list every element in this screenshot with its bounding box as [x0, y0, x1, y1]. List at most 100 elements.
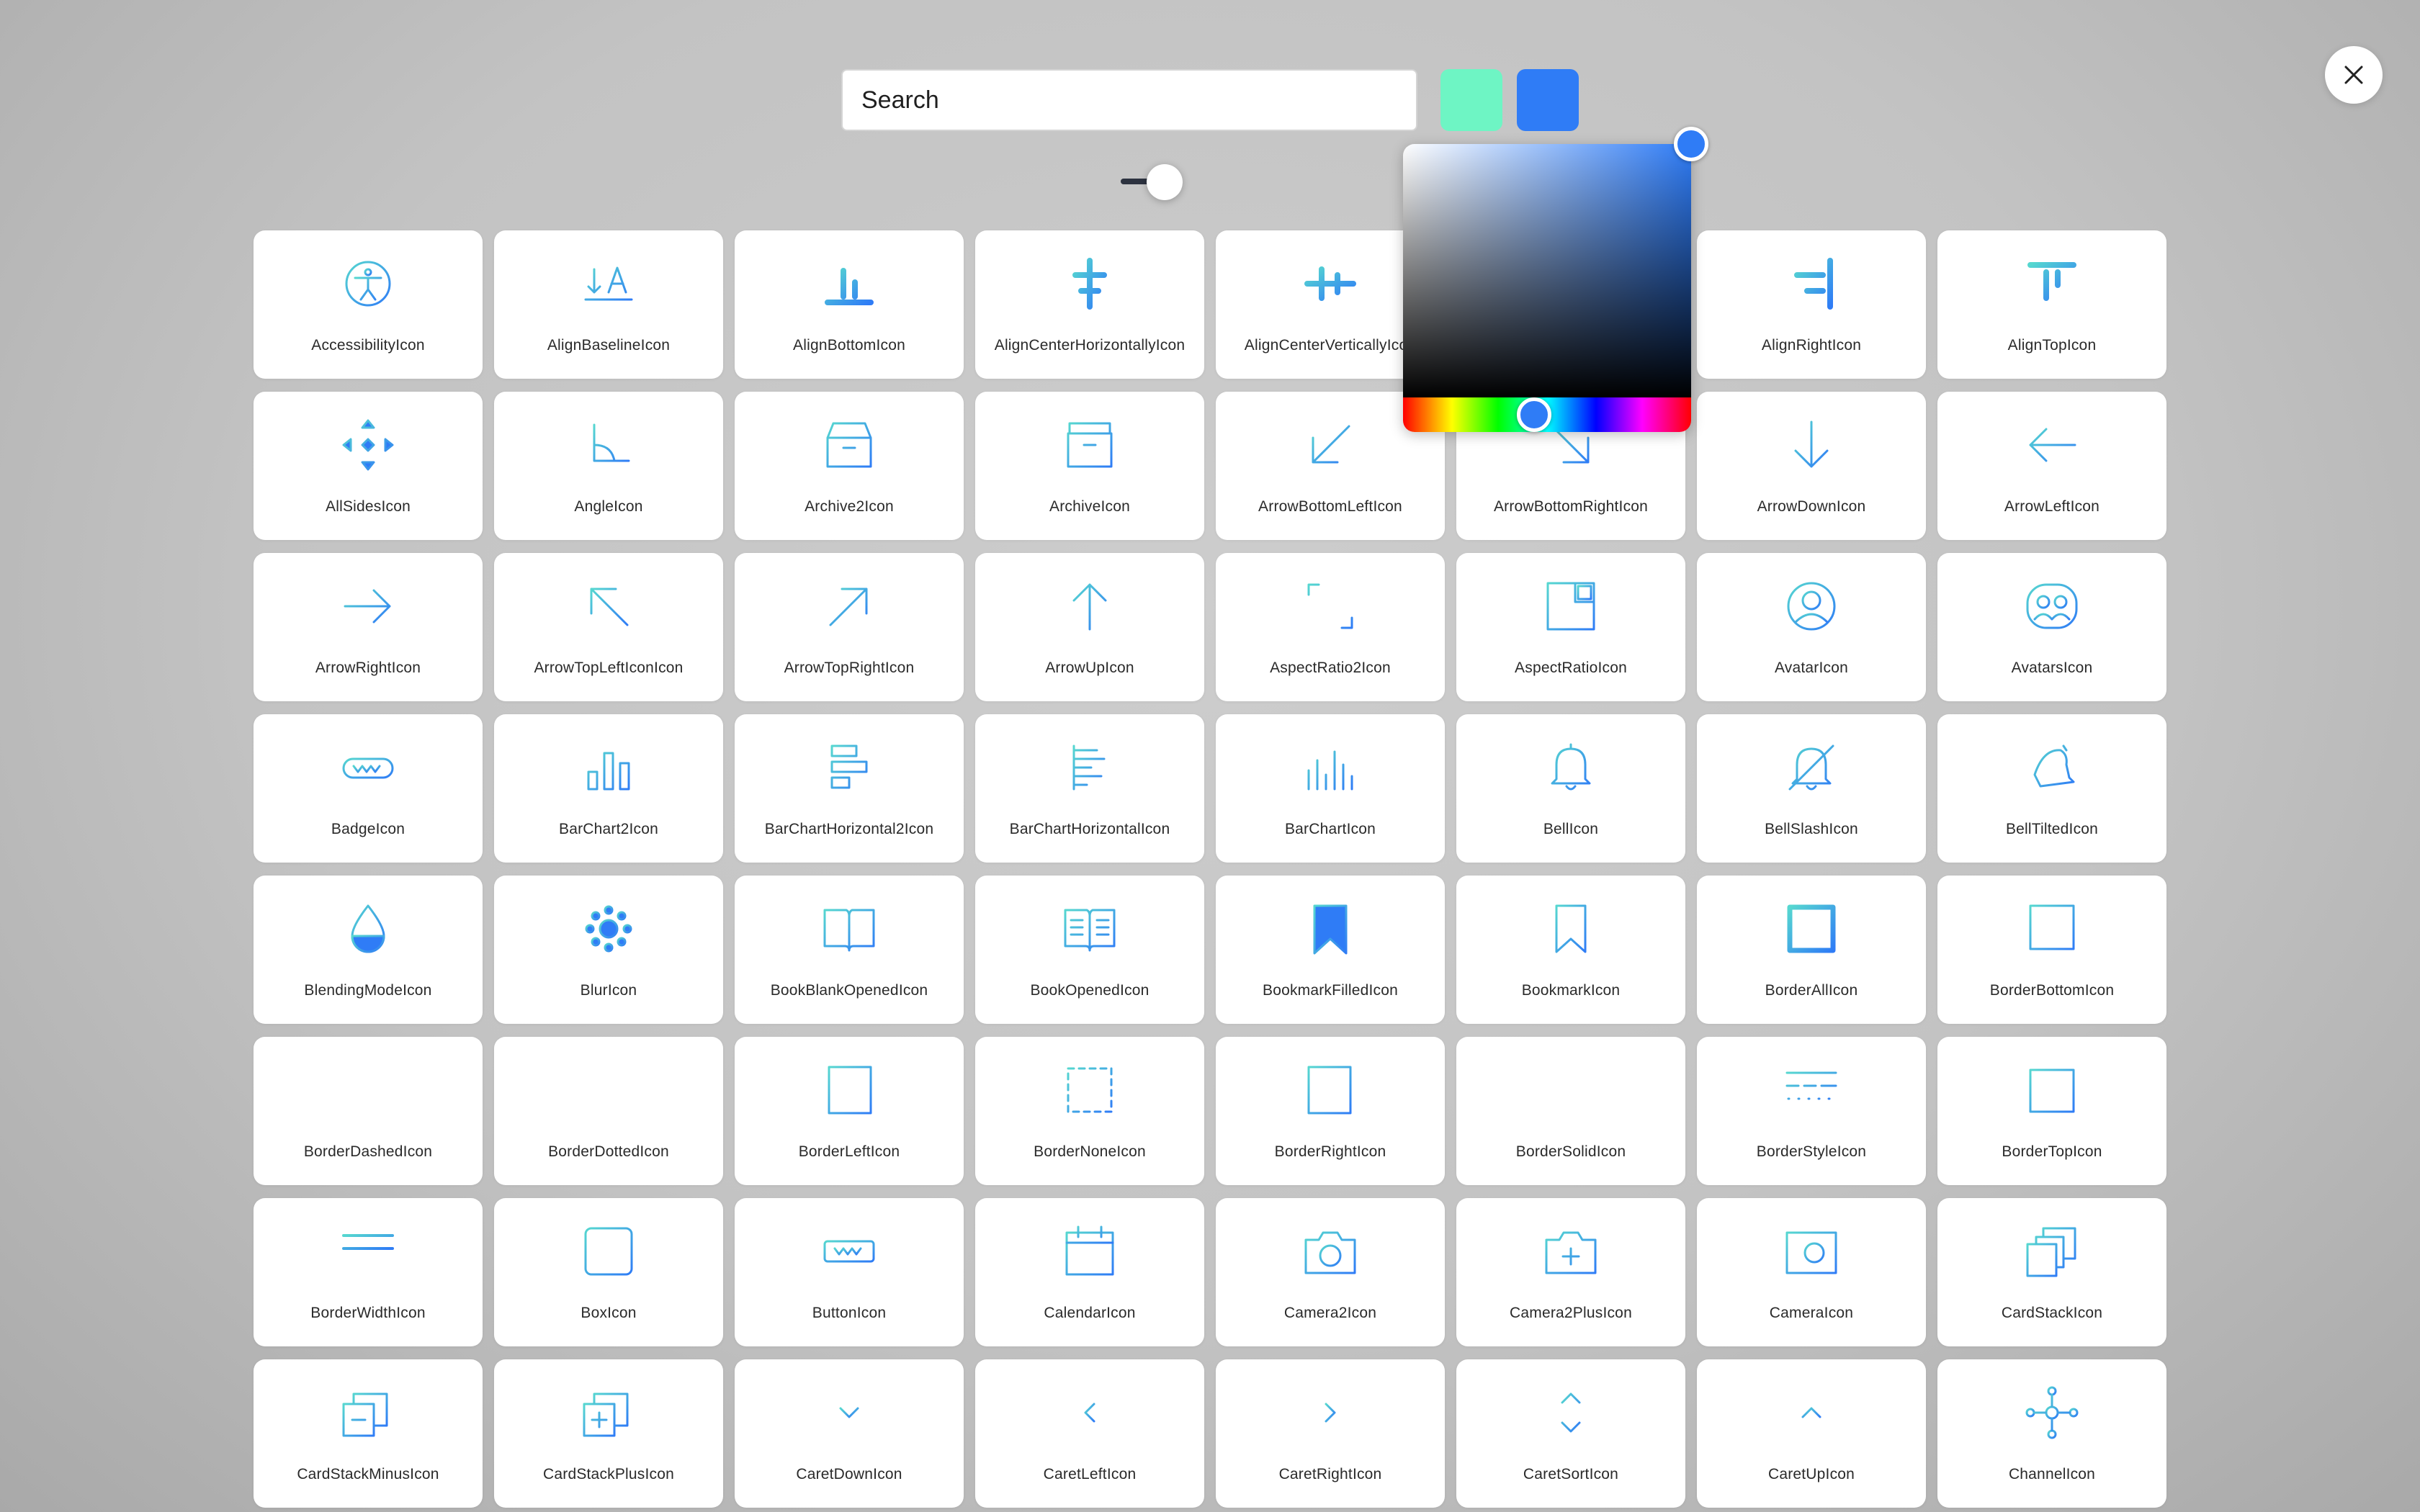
- icon-card[interactable]: AvatarIcon: [1697, 553, 1926, 701]
- icon-card[interactable]: BookOpenedIcon: [975, 876, 1204, 1024]
- icon-card[interactable]: BorderSolidIcon: [1456, 1037, 1685, 1185]
- icon-card[interactable]: AngleIcon: [494, 392, 723, 540]
- icon-label: CaretLeftIcon: [1043, 1466, 1137, 1482]
- icon-card[interactable]: BookmarkIcon: [1456, 876, 1685, 1024]
- icon-card[interactable]: ArrowDownIcon: [1697, 392, 1926, 540]
- avatars-icon: [2026, 583, 2078, 629]
- border-top-icon: [2026, 1066, 2078, 1113]
- bar-chart2-icon: [587, 752, 630, 791]
- color-picker-hue-handle[interactable]: [1517, 397, 1551, 432]
- icon-card[interactable]: ArchiveIcon: [975, 392, 1204, 540]
- icon-card[interactable]: CardStackPlusIcon: [494, 1359, 723, 1508]
- icon-card[interactable]: ButtonIcon: [735, 1198, 964, 1346]
- icon-card[interactable]: BorderLeftIcon: [735, 1037, 964, 1185]
- icon-label: CaretUpIcon: [1767, 1466, 1855, 1482]
- icon-card[interactable]: CardStackMinusIcon: [254, 1359, 483, 1508]
- icon-card[interactable]: AllSidesIcon: [254, 392, 483, 540]
- icon-card[interactable]: BorderTopIcon: [1937, 1037, 2166, 1185]
- search-input[interactable]: [841, 69, 1417, 131]
- icon-card[interactable]: ArrowUpIcon: [975, 553, 1204, 701]
- icon-card[interactable]: ArrowTopRightIcon: [735, 553, 964, 701]
- close-icon: [2344, 66, 2363, 84]
- blending-mode-icon: [351, 904, 385, 953]
- align-bottom-icon: [825, 268, 874, 305]
- icon-card[interactable]: Camera2PlusIcon: [1456, 1198, 1685, 1346]
- icon-card[interactable]: CardStackIcon: [1937, 1198, 2166, 1346]
- icon-card[interactable]: BoxIcon: [494, 1198, 723, 1346]
- icon-card[interactable]: AlignBaselineIcon: [494, 230, 723, 379]
- icon-label: ArrowTopLeftIconIcon: [534, 660, 684, 676]
- icon-card[interactable]: ArrowTopLeftIconIcon: [494, 553, 723, 701]
- arrow-up-icon: [1072, 583, 1107, 631]
- icon-card[interactable]: BorderDottedIcon: [494, 1037, 723, 1185]
- icon-card[interactable]: BarChartHorizontalIcon: [975, 714, 1204, 863]
- icon-card[interactable]: BorderAllIcon: [1697, 876, 1926, 1024]
- icon-card[interactable]: BarChartHorizontal2Icon: [735, 714, 964, 863]
- icon-label: CardStackPlusIcon: [543, 1466, 674, 1482]
- icon-card[interactable]: AvatarsIcon: [1937, 553, 2166, 701]
- close-button[interactable]: [2325, 46, 2383, 104]
- color-picker[interactable]: [1403, 127, 1708, 432]
- icon-label: Archive2Icon: [805, 498, 894, 515]
- color-swatch-primary[interactable]: [1440, 69, 1502, 131]
- icon-card[interactable]: Archive2Icon: [735, 392, 964, 540]
- bar-chart-horizontal-icon: [1072, 744, 1106, 791]
- icon-card[interactable]: BorderStyleIcon: [1697, 1037, 1926, 1185]
- icon-card[interactable]: CaretSortIcon: [1456, 1359, 1685, 1508]
- border-dashed-icon: [342, 1089, 393, 1092]
- icon-label: BookmarkIcon: [1521, 982, 1621, 999]
- icon-label: BookmarkFilledIcon: [1262, 982, 1398, 999]
- icon-card[interactable]: AlignRightIcon: [1697, 230, 1926, 379]
- icon-label: CaretDownIcon: [796, 1466, 902, 1482]
- icon-card[interactable]: BorderRightIcon: [1216, 1037, 1445, 1185]
- icon-card[interactable]: BarChartIcon: [1216, 714, 1445, 863]
- icon-card[interactable]: ArrowRightIcon: [254, 553, 483, 701]
- color-picker-saturation-area[interactable]: [1403, 144, 1691, 397]
- border-solid-icon: [1546, 1089, 1595, 1092]
- icon-card[interactable]: AccessibilityIcon: [254, 230, 483, 379]
- button-icon: [823, 1240, 875, 1263]
- icon-label: BellSlashIcon: [1765, 821, 1858, 837]
- icon-label: BellTiltedIcon: [2005, 821, 2099, 837]
- icon-label: BorderTopIcon: [2002, 1143, 2102, 1160]
- icon-card[interactable]: BellTiltedIcon: [1937, 714, 2166, 863]
- icon-card[interactable]: CameraIcon: [1697, 1198, 1926, 1346]
- bookmark-filled-icon: [1313, 904, 1348, 955]
- icon-card[interactable]: BellSlashIcon: [1697, 714, 1926, 863]
- icon-label: ArrowBottomLeftIcon: [1258, 498, 1402, 515]
- color-picker-sv-handle[interactable]: [1674, 127, 1708, 161]
- icon-card[interactable]: BorderNoneIcon: [975, 1037, 1204, 1185]
- icon-label: BoxIcon: [581, 1305, 637, 1321]
- icon-label: BellIcon: [1543, 821, 1599, 837]
- color-swatch-secondary[interactable]: [1517, 69, 1579, 131]
- icon-card[interactable]: AlignTopIcon: [1937, 230, 2166, 379]
- icon-card[interactable]: BookBlankOpenedIcon: [735, 876, 964, 1024]
- accessibility-icon: [345, 261, 391, 307]
- icon-card[interactable]: CalendarIcon: [975, 1198, 1204, 1346]
- icon-card[interactable]: BlurIcon: [494, 876, 723, 1024]
- icon-card[interactable]: CaretRightIcon: [1216, 1359, 1445, 1508]
- icon-card[interactable]: CaretDownIcon: [735, 1359, 964, 1508]
- icon-card[interactable]: AlignCenterHorizontallyIcon: [975, 230, 1204, 379]
- icon-card[interactable]: CaretLeftIcon: [975, 1359, 1204, 1508]
- icon-label: ArrowTopRightIcon: [784, 660, 915, 676]
- icon-card[interactable]: ChannelIcon: [1937, 1359, 2166, 1508]
- icon-card[interactable]: BorderWidthIcon: [254, 1198, 483, 1346]
- icon-card[interactable]: BorderBottomIcon: [1937, 876, 2166, 1024]
- size-slider-thumb[interactable]: [1147, 164, 1183, 200]
- caret-right-icon: [1325, 1403, 1336, 1423]
- icon-card[interactable]: ArrowLeftIcon: [1937, 392, 2166, 540]
- icon-card[interactable]: Camera2Icon: [1216, 1198, 1445, 1346]
- icon-card[interactable]: BellIcon: [1456, 714, 1685, 863]
- icon-card[interactable]: BadgeIcon: [254, 714, 483, 863]
- icon-card[interactable]: CaretUpIcon: [1697, 1359, 1926, 1508]
- blur-icon: [585, 905, 632, 953]
- icon-card[interactable]: BlendingModeIcon: [254, 876, 483, 1024]
- icon-card[interactable]: AspectRatio2Icon: [1216, 553, 1445, 701]
- icon-card[interactable]: BarChart2Icon: [494, 714, 723, 863]
- icon-card[interactable]: AlignBottomIcon: [735, 230, 964, 379]
- icon-card[interactable]: AspectRatioIcon: [1456, 553, 1685, 701]
- icon-card[interactable]: BookmarkFilledIcon: [1216, 876, 1445, 1024]
- icon-card[interactable]: BorderDashedIcon: [254, 1037, 483, 1185]
- icon-label: BarChart2Icon: [558, 821, 658, 837]
